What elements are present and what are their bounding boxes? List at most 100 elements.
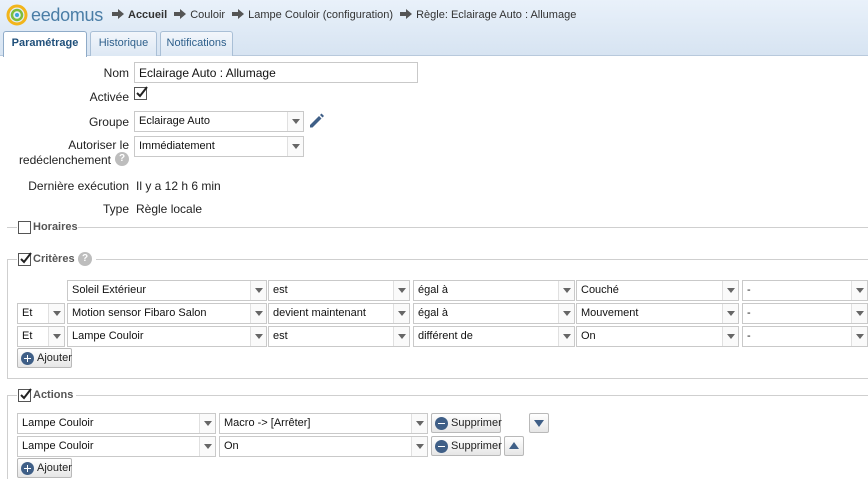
active-checkbox[interactable] (134, 86, 148, 100)
criterion-device-select[interactable]: Soleil Extérieur (67, 280, 267, 301)
criterion-verb-value: est (273, 284, 288, 296)
help-icon[interactable]: ? (115, 152, 129, 166)
criteres-border (7, 378, 868, 379)
criterion-verb-select[interactable]: est (268, 326, 410, 347)
criteres-border (7, 259, 17, 260)
criterion-verb-select[interactable]: devient maintenant (268, 303, 410, 324)
plus-icon (21, 352, 34, 365)
criterion-logic-value: Et (22, 307, 33, 319)
name-input[interactable] (134, 62, 418, 83)
criterion-operator-select[interactable]: égal à (413, 280, 575, 301)
chevron-down-icon (558, 304, 574, 323)
plus-icon (21, 462, 34, 475)
criterion-operator-value: égal à (418, 284, 448, 296)
arrow-right-icon (232, 9, 245, 19)
criterion-device-select[interactable]: Motion sensor Fibaro Salon (67, 303, 267, 324)
action-device-value: Lampe Couloir (22, 440, 94, 452)
criteres-legend: Critères (33, 253, 75, 265)
add-action-label: Ajouter (37, 462, 72, 474)
tab-parametrage[interactable]: Paramétrage (3, 31, 87, 57)
breadcrumb-item-accueil[interactable]: Accueil (128, 9, 167, 21)
criterion-logic-select[interactable]: Et (17, 326, 65, 347)
criterion-extra-select[interactable]: - (742, 303, 868, 324)
breadcrumb-item-rule: Règle: Eclairage Auto : Allumage (416, 9, 577, 21)
breadcrumb-item-device[interactable]: Lampe Couloir (configuration) (248, 9, 393, 21)
chevron-down-icon (558, 281, 574, 300)
chevron-down-icon (199, 437, 215, 456)
criterion-verb-value: devient maintenant (273, 307, 366, 319)
breadcrumb: Accueil Couloir Lampe Couloir (configura… (112, 9, 580, 21)
action-device-select[interactable]: Lampe Couloir (17, 413, 216, 434)
actions-border (7, 395, 17, 396)
add-action-button[interactable]: Ajouter (17, 458, 72, 478)
chevron-down-icon (722, 327, 738, 346)
actions-border (7, 395, 8, 479)
checkmark-icon (20, 252, 32, 264)
last-exec-label: Dernière exécution (28, 179, 129, 193)
arrow-right-icon (112, 9, 124, 19)
tab-notifications[interactable]: Notifications (160, 31, 233, 56)
add-criterion-label: Ajouter (37, 352, 72, 364)
criterion-device-select[interactable]: Lampe Couloir (67, 326, 267, 347)
criterion-extra-select[interactable]: - (742, 280, 868, 301)
chevron-down-icon (287, 137, 303, 156)
action-command-select[interactable]: Macro -> [Arrêter] (219, 413, 428, 434)
type-value: Règle locale (136, 202, 203, 216)
criterion-value-select[interactable]: On (576, 326, 739, 347)
minus-icon (435, 440, 448, 453)
last-exec-value: Il y a 12 h 6 min (136, 179, 221, 193)
criterion-device-value: Soleil Extérieur (72, 284, 146, 296)
criteres-checkbox[interactable] (18, 252, 32, 266)
minus-icon (435, 417, 448, 430)
criterion-operator-select[interactable]: égal à (413, 303, 575, 324)
chevron-down-icon (393, 327, 409, 346)
criterion-value-value: Couché (581, 284, 619, 296)
breadcrumb-item-couloir[interactable]: Couloir (190, 9, 225, 21)
actions-checkbox[interactable] (18, 388, 32, 402)
group-select-value: Eclairage Auto (139, 115, 210, 127)
retrigger-select-value: Immédiatement (139, 140, 215, 152)
criterion-extra-select[interactable]: - (742, 326, 868, 347)
action-device-value: Lampe Couloir (22, 417, 94, 429)
chevron-down-icon (851, 327, 867, 346)
group-select[interactable]: Eclairage Auto (134, 111, 304, 132)
action-device-select[interactable]: Lampe Couloir (17, 436, 216, 457)
criterion-value-value: On (581, 330, 596, 342)
criterion-verb-select[interactable]: est (268, 280, 410, 301)
criterion-value-select[interactable]: Couché (576, 280, 739, 301)
horaires-legend: Horaires (33, 221, 78, 233)
delete-action-label: Supprimer (451, 440, 502, 452)
help-icon[interactable]: ? (78, 252, 92, 266)
header: eedomus Accueil Couloir Lampe Couloir (c… (0, 0, 868, 57)
actions-border (76, 395, 868, 396)
chevron-down-icon (250, 327, 266, 346)
criterion-extra-value: - (747, 307, 751, 319)
pencil-icon[interactable] (307, 112, 325, 130)
criteres-border (96, 259, 868, 260)
delete-action-button[interactable]: Supprimer (431, 413, 502, 433)
chevron-down-icon (250, 281, 266, 300)
chevron-down-icon (411, 414, 427, 433)
criterion-operator-value: différent de (418, 330, 473, 342)
horaires-checkbox[interactable] (18, 221, 31, 234)
retrigger-label-line1: Autoriser le (68, 138, 129, 152)
chevron-down-icon (393, 304, 409, 323)
retrigger-select[interactable]: Immédiatement (134, 136, 304, 157)
tab-historique[interactable]: Historique (90, 31, 157, 56)
chevron-down-icon (851, 281, 867, 300)
chevron-down-icon (851, 304, 867, 323)
criterion-operator-select[interactable]: différent de (413, 326, 575, 347)
move-up-button[interactable] (504, 436, 524, 456)
move-down-button[interactable] (529, 413, 549, 433)
name-label: Nom (103, 66, 129, 80)
criterion-value-value: Mouvement (581, 307, 639, 319)
add-criterion-button[interactable]: Ajouter (17, 348, 72, 368)
action-command-select[interactable]: On (219, 436, 428, 457)
logo-text[interactable]: eedomus (31, 5, 103, 26)
criterion-value-select[interactable]: Mouvement (576, 303, 739, 324)
criteres-border (7, 259, 8, 378)
chevron-down-icon (48, 327, 64, 346)
delete-action-label: Supprimer (451, 417, 502, 429)
delete-action-button[interactable]: Supprimer (431, 436, 502, 456)
criterion-logic-select[interactable]: Et (17, 303, 65, 324)
